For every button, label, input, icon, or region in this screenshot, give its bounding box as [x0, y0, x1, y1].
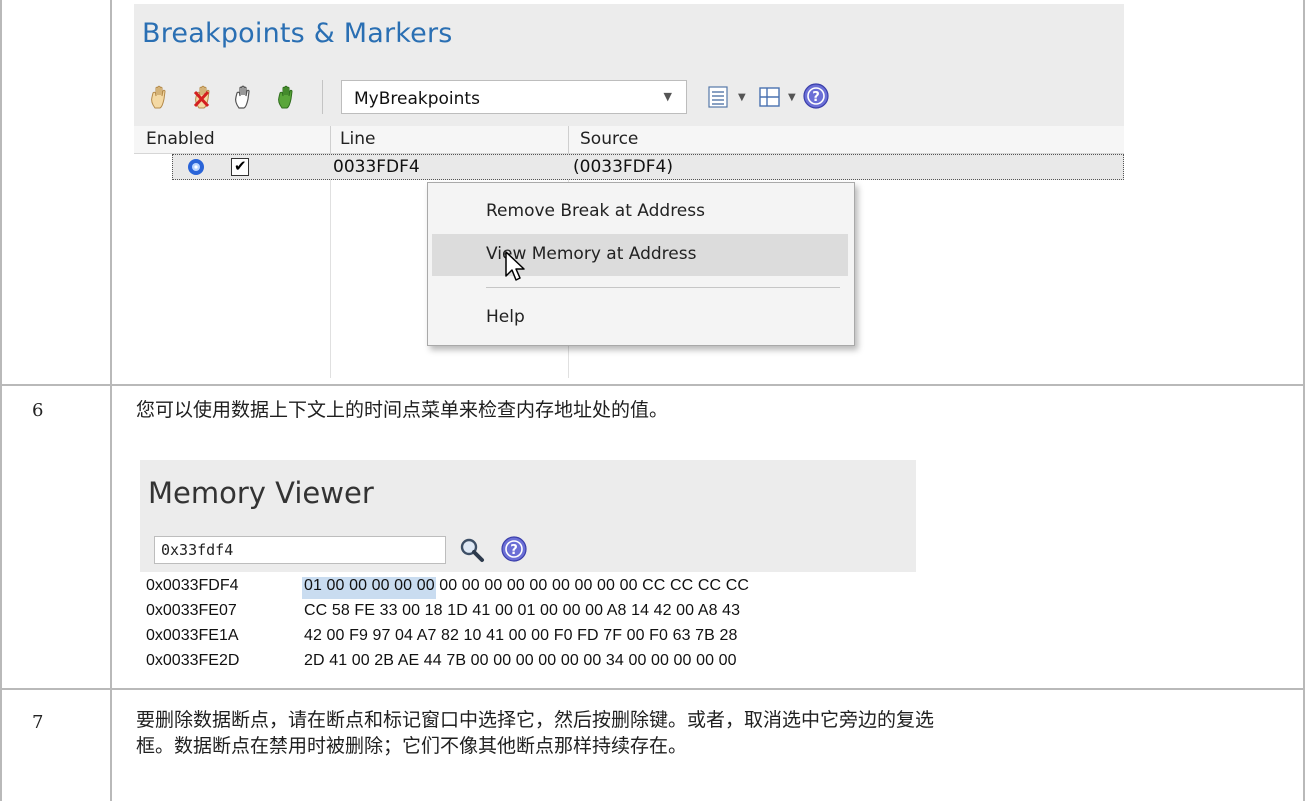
memory-row: 0x0033FE07 CC 58 FE 33 00 18 1D 41 00 01…	[146, 602, 740, 626]
memory-address: 0x0033FE1A	[146, 627, 239, 644]
hand-disabled-icon[interactable]	[232, 84, 258, 110]
search-icon[interactable]	[458, 536, 486, 564]
svg-text:?: ?	[510, 543, 518, 558]
step-number: 6	[32, 400, 44, 421]
row-line-value: 0033FDF4	[333, 157, 420, 177]
memory-address: 0x0033FE2D	[146, 652, 240, 669]
memory-viewer-window: Memory Viewer ? 0x0033FDF4 01 00 00 00 0…	[140, 460, 916, 680]
toolbar: ?	[140, 528, 916, 572]
menu-item-label: Help	[486, 307, 525, 327]
column-header-source[interactable]: Source	[580, 129, 638, 149]
table-border-left	[0, 0, 2, 801]
memory-bytes[interactable]: CC 58 FE 33 00 18 1D 41 00 01 00 00 00 A…	[304, 602, 740, 620]
memory-row: 0x0033FE1A 42 00 F9 97 04 A7 82 10 41 00…	[146, 627, 737, 651]
window-titlebar: Breakpoints & Markers	[134, 4, 1124, 70]
hand-icon[interactable]	[148, 84, 174, 110]
column-header-line[interactable]: Line	[340, 129, 375, 149]
menu-item-view-memory[interactable]: View Memory at Address	[432, 234, 848, 276]
step-text: 要删除数据断点，请在断点和标记窗口中选择它，然后按删除键。或者，取消选中它旁边的…	[136, 709, 935, 731]
enabled-checkbox[interactable]: ✔	[231, 157, 249, 176]
row-source-value: (0033FDF4)	[573, 157, 673, 177]
data-breakpoint-icon	[188, 159, 204, 175]
window-title: Breakpoints & Markers	[142, 18, 453, 49]
memory-row: 0x0033FE2D 2D 41 00 2B AE 44 7B 00 00 00…	[146, 652, 737, 676]
chevron-down-icon[interactable]: ▼	[788, 92, 796, 103]
window-titlebar: Memory Viewer	[140, 460, 916, 528]
grid-header: Enabled Line Source	[134, 126, 1124, 154]
column-divider	[330, 126, 331, 154]
svg-text:?: ?	[812, 90, 820, 105]
mouse-pointer-icon	[505, 251, 525, 281]
context-menu: Remove Break at Address View Memory at A…	[427, 182, 855, 346]
memory-address: 0x0033FE07	[146, 602, 237, 619]
address-input[interactable]	[154, 536, 446, 564]
chevron-down-icon: ▼	[663, 90, 672, 103]
breakpoints-window: Breakpoints & Markers MyBreakpoints ▼ ▼ …	[134, 4, 1124, 378]
hand-green-icon[interactable]	[275, 84, 301, 110]
column-header-enabled[interactable]: Enabled	[146, 129, 215, 149]
toolbar: MyBreakpoints ▼ ▼ ▼ ?	[134, 70, 1124, 126]
breakpoint-set-combo[interactable]: MyBreakpoints ▼	[341, 80, 687, 114]
menu-separator	[486, 287, 840, 288]
layout-icon[interactable]	[758, 85, 782, 109]
menu-item-label: Remove Break at Address	[486, 201, 705, 221]
table-row-divider	[0, 688, 1305, 690]
list-view-icon[interactable]	[707, 85, 731, 109]
table-border-mid	[110, 0, 112, 801]
memory-bytes[interactable]: 42 00 F9 97 04 A7 82 10 41 00 00 F0 FD 7…	[304, 627, 737, 645]
menu-item-remove-break[interactable]: Remove Break at Address	[432, 191, 848, 233]
window-title: Memory Viewer	[148, 476, 374, 510]
chevron-down-icon[interactable]: ▼	[738, 92, 746, 103]
memory-bytes[interactable]: 01 00 00 00 00 00 00 00 00 00 00 00 00 0…	[304, 577, 749, 595]
step-text: 框。数据断点在禁用时被删除；它们不像其他断点那样持续存在。	[136, 735, 688, 757]
help-icon[interactable]: ?	[802, 82, 830, 110]
table-row[interactable]: ✔ 0033FDF4 (0033FDF4)	[172, 154, 1124, 180]
memory-bytes[interactable]: 2D 41 00 2B AE 44 7B 00 00 00 00 00 00 3…	[304, 652, 737, 670]
table-row-divider	[0, 384, 1305, 386]
step-number: 7	[32, 712, 44, 733]
memory-row: 0x0033FDF4 01 00 00 00 00 00 00 00 00 00…	[146, 577, 749, 601]
hand-delete-icon[interactable]	[192, 84, 218, 110]
column-divider	[330, 180, 331, 378]
breakpoint-set-value: MyBreakpoints	[354, 89, 480, 109]
toolbar-separator	[322, 80, 323, 114]
menu-item-help[interactable]: Help	[432, 297, 848, 339]
column-divider	[568, 126, 569, 154]
memory-address: 0x0033FDF4	[146, 577, 239, 594]
help-icon[interactable]: ?	[500, 535, 528, 563]
checkmark-icon: ✔	[234, 157, 247, 175]
step-text: 您可以使用数据上下文上的时间点菜单来检查内存地址处的值。	[136, 399, 669, 421]
